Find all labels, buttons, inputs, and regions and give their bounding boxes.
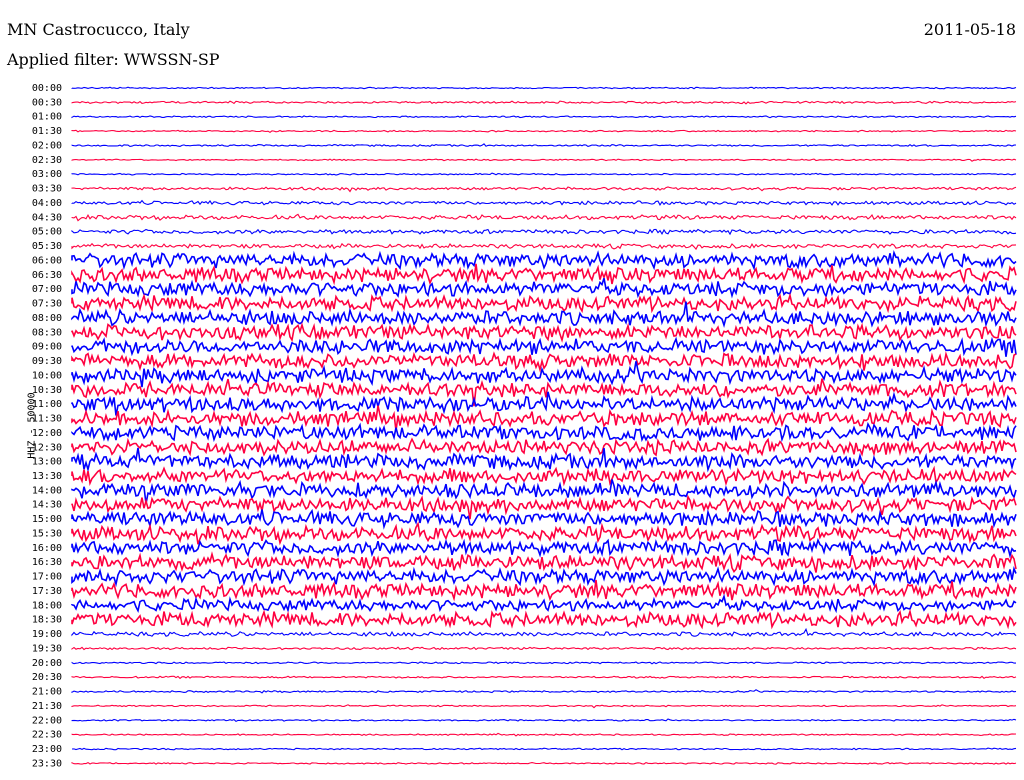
trace-line [71, 508, 1017, 530]
time-tick-label: 15:00 [32, 514, 62, 525]
time-tick-label: 22:00 [32, 715, 62, 726]
time-tick-label: 03:30 [32, 184, 62, 195]
trace-line [71, 143, 1017, 148]
time-tick-label: 16:00 [32, 543, 62, 554]
time-tick-label: 10:30 [32, 385, 62, 396]
time-tick-label: 00:00 [32, 83, 62, 94]
time-tick-label: 12:00 [32, 428, 62, 439]
time-tick-label: 17:00 [32, 572, 62, 583]
trace-line [71, 336, 1017, 357]
time-tick-label: 11:00 [32, 399, 62, 410]
time-tick-label: 18:00 [32, 600, 62, 611]
time-tick-label: 09:00 [32, 342, 62, 353]
time-tick-label: 19:00 [32, 629, 62, 640]
time-tick-label: 04:00 [32, 198, 62, 209]
trace-line [71, 593, 1017, 614]
time-tick-label: 17:30 [32, 586, 62, 597]
time-tick-label: 08:30 [32, 327, 62, 338]
trace-line [71, 172, 1017, 176]
time-tick-label: 03:00 [32, 169, 62, 180]
time-tick-label: 16:30 [32, 557, 62, 568]
trace-line [71, 646, 1017, 651]
trace-line [71, 186, 1017, 193]
time-tick-label: 15:30 [32, 528, 62, 539]
trace-line [71, 566, 1017, 588]
time-tick-label: 00:30 [32, 97, 62, 108]
time-tick-label: 14:30 [32, 500, 62, 511]
time-tick-label: 13:00 [32, 457, 62, 468]
trace-line [71, 675, 1017, 680]
time-tick-label: 18:30 [32, 615, 62, 626]
time-tick-label: 08:00 [32, 313, 62, 324]
time-tick-label: 04:30 [32, 212, 62, 223]
time-tick-label: 05:00 [32, 227, 62, 238]
time-tick-label: 01:00 [32, 112, 62, 123]
seismogram-chart: 00:00 00:30 01:00 01:30 02:00 02:30 03:00 03:30… [32, 83, 1017, 769]
time-tick-label: 02:00 [32, 140, 62, 151]
time-tick-label: 13:30 [32, 471, 62, 482]
trace-line [71, 322, 1017, 343]
time-tick-label: 21:00 [32, 687, 62, 698]
trace-line [71, 242, 1017, 251]
time-tick-label: 20:00 [32, 658, 62, 669]
time-tick-label: 23:30 [32, 758, 62, 769]
trace-line [71, 129, 1017, 133]
trace-line [71, 718, 1017, 723]
trace-line [71, 100, 1017, 105]
time-tick-label: 06:00 [32, 255, 62, 266]
trace-line [71, 661, 1016, 665]
time-tick-label: 06:30 [32, 270, 62, 281]
trace-line [71, 249, 1017, 271]
time-tick-label: 01:30 [32, 126, 62, 137]
trace-line [71, 115, 1017, 119]
time-tick-label: 05:30 [32, 241, 62, 252]
trace-line [71, 361, 1017, 388]
time-tick-label: 12:30 [32, 442, 62, 453]
trace-line [71, 465, 1017, 487]
time-tick-label: 02:30 [32, 155, 62, 166]
trace-line [71, 521, 1017, 546]
trace-line [71, 213, 1017, 222]
trace-line [71, 421, 1017, 443]
time-tick-label: 21:30 [32, 701, 62, 712]
trace-line [71, 437, 1017, 458]
time-tick-label: 10:00 [32, 370, 62, 381]
time-tick-label: 09:30 [32, 356, 62, 367]
trace-line [71, 228, 1017, 236]
trace-line [71, 689, 1017, 694]
trace-line [71, 732, 1017, 737]
trace-line [71, 350, 1017, 373]
time-tick-label: 22:30 [32, 730, 62, 741]
trace-line [71, 747, 1017, 751]
time-tick-label: 20:30 [32, 672, 62, 683]
trace-line [71, 277, 1017, 299]
trace-line [71, 537, 1017, 559]
trace-line [71, 704, 1017, 709]
trace-line [71, 627, 1017, 638]
trace-line [71, 551, 1017, 574]
trace-line [71, 608, 1017, 630]
time-tick-label: 19:30 [32, 643, 62, 654]
trace-line [71, 158, 1017, 162]
trace-line [71, 86, 1017, 90]
time-tick-label: 11:30 [32, 414, 62, 425]
trace-line [71, 292, 1017, 314]
time-tick-label: 07:30 [32, 299, 62, 310]
time-tick-label: 14:00 [32, 485, 62, 496]
trace-line [71, 761, 1017, 765]
time-tick-label: 23:00 [32, 744, 62, 755]
time-tick-label: 07:00 [32, 284, 62, 295]
trace-line [71, 199, 1017, 206]
